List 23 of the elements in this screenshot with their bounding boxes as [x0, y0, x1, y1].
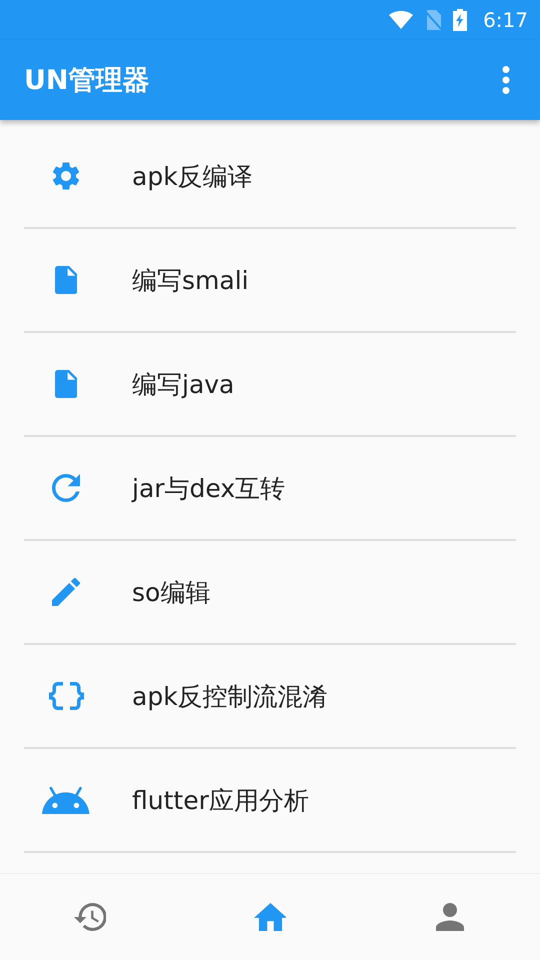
- menu-item[interactable]: flutter应用分析: [24, 749, 516, 853]
- home-icon[interactable]: [254, 903, 286, 931]
- no-sim-icon: [425, 10, 442, 30]
- menu-item[interactable]: 编写java: [24, 333, 516, 437]
- refresh-icon: [52, 474, 80, 502]
- status-time: 6:17: [483, 8, 528, 32]
- document-icon: [54, 266, 78, 294]
- person-icon[interactable]: [436, 903, 464, 931]
- settings-icon: [52, 162, 80, 190]
- history-icon[interactable]: [74, 903, 106, 931]
- menu-item[interactable]: jar与dex互转: [24, 437, 516, 541]
- menu-item[interactable]: so编辑: [24, 541, 516, 645]
- menu-item[interactable]: apk反控制流混淆: [24, 645, 516, 749]
- document-icon: [54, 370, 78, 398]
- android-icon: [42, 786, 90, 814]
- braces-icon: [48, 682, 84, 710]
- more-options-icon[interactable]: [502, 66, 510, 94]
- menu-item[interactable]: apk反编译: [24, 125, 516, 229]
- wifi-icon: [389, 11, 414, 29]
- app-title: UN管理器: [24, 64, 150, 98]
- menu-item[interactable]: 编写smali: [24, 229, 516, 333]
- battery-charging-icon: [453, 9, 468, 31]
- pencil-icon: [52, 578, 80, 606]
